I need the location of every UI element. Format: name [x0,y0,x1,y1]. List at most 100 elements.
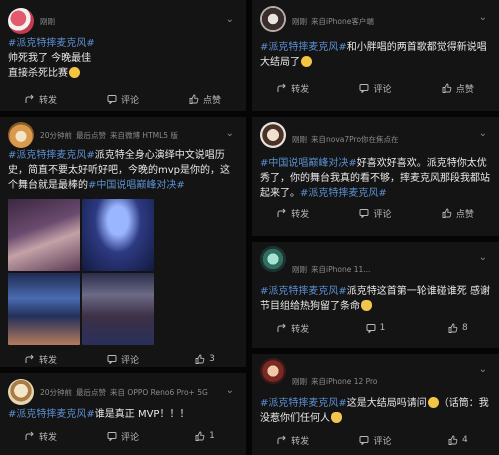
post-card[interactable]: 20分钟前 最后点赞 来自 OPPO Reno6 Pro+ 5G ⌄ #派克特摔麦克… [0,379,246,446]
right-feed: 刚刚 来自iPhone客户端 ⌄ #派克特摔麦克风#和小胖唱的两首歌都觉得新说唱大… [252,0,499,455]
repost-label: 转发 [291,324,310,335]
repost-icon [277,435,286,444]
chevron-down-icon[interactable]: ⌄ [479,128,487,139]
repost-label: 转发 [38,95,57,106]
like-icon [442,208,452,218]
chevron-down-icon[interactable]: ⌄ [479,364,487,375]
repost-button[interactable]: 转发 [252,82,334,95]
chevron-down-icon[interactable]: ⌄ [226,385,234,396]
comment-button[interactable]: 评论 [82,430,164,443]
repost-label: 转发 [291,209,310,220]
divider [252,236,499,242]
hashtag[interactable]: #派克特摔麦克风# [260,286,347,297]
chevron-down-icon[interactable]: ⌄ [226,128,234,139]
chevron-down-icon[interactable]: ⌄ [479,252,487,263]
comment-button[interactable]: 评论 [334,434,416,447]
comment-count: 1 [379,323,386,333]
repost-icon [25,94,34,103]
like-button[interactable]: 3 [164,354,246,364]
post-text: 直接杀死比赛 [8,68,68,79]
repost-icon [277,208,286,217]
hashtag[interactable]: #派克特摔麦克风# [260,42,347,53]
hashtag[interactable]: #中国说唱巅峰对决# [260,158,357,169]
cat-emoji-icon [361,300,372,311]
repost-button[interactable]: 转发 [252,322,334,335]
comment-label: 评论 [120,95,139,106]
post-meta: 刚刚 来自iPhone 11... [292,265,371,274]
post-meta: 20分钟前 最后点赞 来自 OPPO Reno6 Pro+ 5G [40,388,208,397]
photo-thumbnail[interactable] [82,199,154,271]
repost-button[interactable]: 转发 [252,207,334,220]
like-button[interactable]: 点赞 [417,207,499,220]
avatar[interactable] [260,358,286,384]
like-icon [195,431,205,441]
hashtag[interactable]: #派克特摔麦克风# [300,188,387,199]
photo-thumbnail[interactable] [8,273,80,345]
avatar[interactable] [8,379,34,405]
comment-label: 评论 [120,355,139,366]
post-text: 这是大结局吗请问 [346,398,427,409]
comment-button[interactable]: 评论 [334,82,416,95]
repost-icon [25,431,34,440]
like-icon [448,435,458,445]
divider [0,367,246,373]
repost-label: 转发 [38,432,57,443]
post-meta: 刚刚 来自iPhone客户端 [292,17,374,26]
like-icon [448,323,458,333]
grin-emoji-icon [301,56,312,67]
post-card[interactable]: 刚刚 来自iPhone 11... ⌄ #派克特摔麦克风#派克特这首第一轮谁碰谁死… [252,246,499,338]
comment-label: 评论 [373,84,392,95]
like-button[interactable]: 1 [164,431,246,441]
like-label: 点赞 [202,95,221,106]
like-label: 点赞 [455,209,474,220]
like-button[interactable]: 点赞 [417,82,499,95]
repost-icon [277,323,286,332]
avatar[interactable] [260,246,286,272]
hashtag[interactable]: #中国说唱巅峰对决# [88,180,185,191]
left-feed: 刚刚 ⌄ #派克特摔麦克风# 帅死我了 今晚最佳 直接杀死比赛 转发 评论 点赞 [0,0,246,455]
comment-icon [107,432,117,441]
post-card[interactable]: 刚刚 ⌄ #派克特摔麦克风# 帅死我了 今晚最佳 直接杀死比赛 转发 评论 点赞 [0,8,246,109]
avatar[interactable] [8,8,34,34]
comment-button[interactable]: 评论 [82,93,164,106]
like-button[interactable]: 点赞 [164,93,246,106]
repost-button[interactable]: 转发 [0,93,82,106]
post-meta: 刚刚 来自iPhone 12 Pro [292,377,378,386]
chevron-down-icon[interactable]: ⌄ [226,14,234,25]
repost-button[interactable]: 转发 [0,353,82,366]
post-text: 帅死我了 今晚最佳 [8,53,92,64]
post-card[interactable]: 刚刚 来自iPhone客户端 ⌄ #派克特摔麦克风#和小胖唱的两首歌都觉得新说唱大… [252,6,499,98]
repost-button[interactable]: 转发 [0,430,82,443]
repost-icon [25,354,34,363]
like-icon [195,354,205,364]
avatar[interactable] [260,6,286,32]
hashtag[interactable]: #派克特摔麦克风# [8,409,95,420]
grin-emoji-icon [427,397,439,408]
hashtag[interactable]: #派克特摔麦克风# [260,398,347,409]
image-grid [8,199,238,271]
comment-button[interactable]: 1 [334,323,416,333]
avatar[interactable] [8,122,34,148]
chevron-down-icon[interactable]: ⌄ [479,12,487,23]
grin-emoji-icon [69,67,80,78]
photo-thumbnail[interactable] [8,199,80,271]
comment-label: 评论 [373,436,392,447]
like-button[interactable]: 4 [417,435,499,445]
repost-button[interactable]: 转发 [252,434,334,447]
comment-button[interactable]: 评论 [334,207,416,220]
repost-label: 转发 [38,355,57,366]
post-card[interactable]: 20分钟前 最后点赞 来自微博 HTML5 版 ⌄ #派克特摔麦克风#派克特全身心演… [0,122,246,369]
like-button[interactable]: 8 [417,323,499,333]
comment-button[interactable]: 评论 [82,353,164,366]
like-count: 1 [209,431,215,441]
cat-emoji-icon [331,412,342,423]
hashtag[interactable]: #派克特摔麦克风# [8,38,95,49]
post-card[interactable]: 刚刚 来自iPhone 12 Pro ⌄ #派克特摔麦克风#这是大结局吗请问 （话筒… [252,358,499,450]
comment-label: 评论 [120,432,139,443]
avatar[interactable] [260,122,286,148]
post-card[interactable]: 刚刚 来自nova7Pro你在焦点在 ⌄ #中国说唱巅峰对决#好喜欢好喜欢。派克特… [252,122,499,223]
repost-label: 转发 [291,436,310,447]
comment-icon [359,436,369,445]
post-meta: 20分钟前 最后点赞 来自微博 HTML5 版 [40,131,178,140]
photo-thumbnail[interactable] [82,273,154,345]
